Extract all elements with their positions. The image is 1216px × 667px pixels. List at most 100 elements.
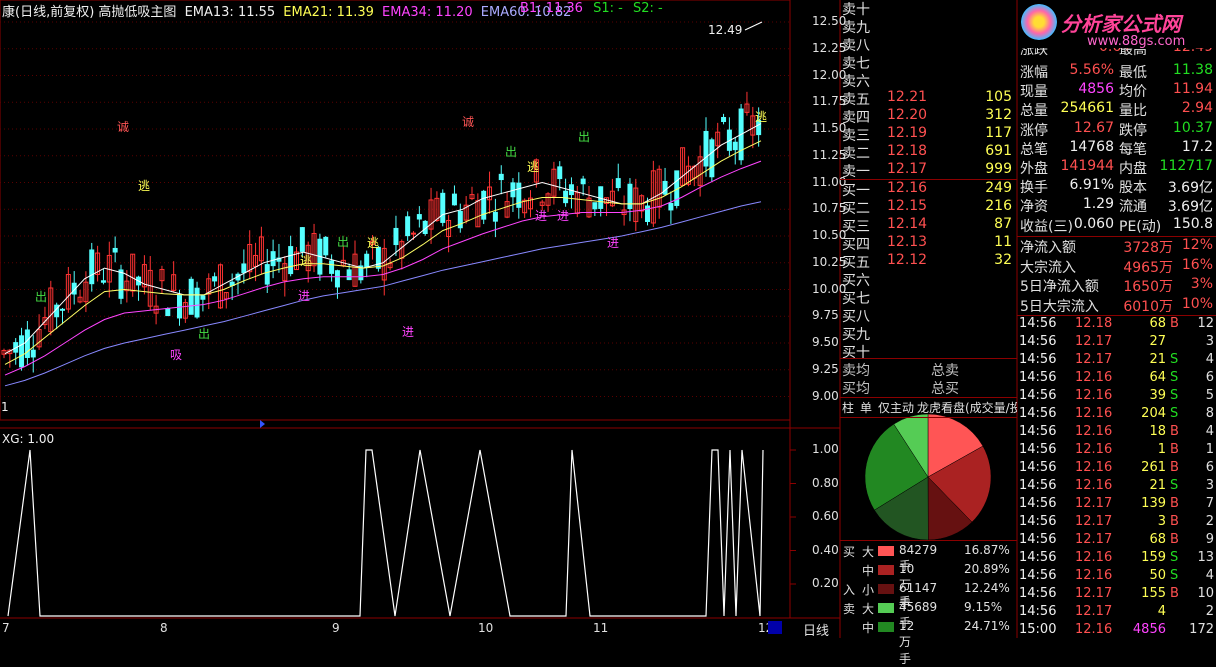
buy-level[interactable]: 买九 <box>841 324 1016 343</box>
candle-down <box>615 178 621 189</box>
buy-level[interactable]: 买八 <box>841 306 1016 325</box>
sell-level-label: 卖三 <box>842 128 870 144</box>
tick-bs: S <box>1170 352 1179 367</box>
quote-value: 1.29 <box>1082 196 1114 213</box>
quote-label-2: PE(动) <box>1119 218 1162 235</box>
candle-down <box>288 246 294 275</box>
signal-label-chu: 出 <box>578 130 591 144</box>
tick-time: 14:56 <box>1019 532 1057 547</box>
flow-value: 3728万 <box>1123 240 1173 256</box>
tick-bs: S <box>1170 478 1179 493</box>
tab-dragon-tiger[interactable]: 龙虎看盘(成交量/投 <box>917 399 1017 416</box>
quote-value-2: 12.49 <box>1173 48 1213 55</box>
buy-level-label: 买四 <box>842 237 870 253</box>
sell-level[interactable]: 卖五 12.21 105 <box>841 89 1016 108</box>
sell-level[interactable]: 卖八 <box>841 35 1016 54</box>
candles-group <box>1 21 763 373</box>
tick-bs: S <box>1170 388 1179 403</box>
xg-signal-line <box>7 449 764 617</box>
signal-label-chu-5: 出 <box>35 290 48 304</box>
sell-level[interactable]: 卖三 12.19 117 <box>841 125 1016 144</box>
signal-header: B1: 11.36 S1: - S2: - <box>520 1 663 16</box>
indicator-tick: 0.80 <box>812 475 839 490</box>
buy-level[interactable]: 买四 12.13 11 <box>841 234 1016 253</box>
tab-active-only[interactable]: 仅主动 <box>878 399 914 416</box>
ema-line-ema60 <box>4 201 762 387</box>
flow-pct: 9.15% <box>964 600 1003 614</box>
volume-pie-chart <box>864 413 992 541</box>
indicator-tick: 0.40 <box>812 542 839 557</box>
tick-price: 12.17 <box>1075 334 1113 349</box>
tick-count: 4 <box>1205 568 1214 583</box>
candle-down <box>241 263 247 274</box>
tick-bs: B <box>1170 442 1179 457</box>
quote-row: 换手 6.91% 股本 3.69亿 <box>1019 177 1215 196</box>
tick-bs: B <box>1170 424 1179 439</box>
tick-count: 172 <box>1189 622 1214 637</box>
tick-price: 12.17 <box>1075 604 1113 619</box>
signal-label-tao-2: 逃 <box>527 160 540 174</box>
scroll-marker-icon[interactable] <box>260 420 265 428</box>
flow-pct: 24.71% <box>964 619 1010 633</box>
ema-line-ema13 <box>4 123 762 355</box>
buy-level[interactable]: 买三 12.14 87 <box>841 216 1016 235</box>
signal-label-tao: 逃 <box>138 179 151 193</box>
tick-count: 4 <box>1205 424 1214 439</box>
sell-level[interactable]: 卖七 <box>841 53 1016 72</box>
quote-row: 收益(三) 0.060 PE(动) 150.8 <box>1019 216 1215 235</box>
tick-volume: 27 <box>1149 334 1166 349</box>
quote-value-2: 10.37 <box>1172 119 1213 136</box>
quote-label: 收益(三) <box>1020 218 1073 235</box>
period-button[interactable]: 日线 <box>803 620 829 639</box>
indicator-tick: 0.60 <box>812 509 839 523</box>
buy-level[interactable]: 买一 12.16 249 <box>841 180 1016 199</box>
quote-value-2: 2.94 <box>1181 100 1213 117</box>
buy-level-label: 买八 <box>842 309 870 325</box>
quote-label: 总笔 <box>1020 141 1048 158</box>
tick-volume: 155 <box>1141 586 1166 601</box>
buy-level[interactable]: 买七 <box>841 288 1016 307</box>
signal-label-cheng-2: 诚 <box>462 115 475 129</box>
sell-level[interactable]: 卖一 12.17 999 <box>841 161 1016 180</box>
tick-row: 14:56 12.16 159 S 13 <box>1019 550 1216 568</box>
quote-label-2: 量比 <box>1119 103 1147 120</box>
tick-bs: S <box>1170 568 1179 583</box>
sell-level[interactable]: 卖六 <box>841 71 1016 90</box>
signal-label-tao-5: 逃 <box>755 110 768 124</box>
tick-time: 14:56 <box>1019 514 1057 529</box>
flow-amount: 12万手 <box>899 619 915 666</box>
buy-level[interactable]: 买六 <box>841 270 1016 289</box>
sell-level-price: 12.18 <box>887 143 928 159</box>
candle-down <box>264 264 270 285</box>
quote-value-2: 150.8 <box>1172 215 1213 232</box>
tick-bs: B <box>1170 514 1179 529</box>
buy-level-volume: 32 <box>994 252 1012 268</box>
sell-level[interactable]: 卖十 <box>841 0 1016 18</box>
buy-level[interactable]: 买五 12.12 32 <box>841 252 1016 271</box>
tick-row: 14:56 12.16 64 S 6 <box>1019 370 1216 388</box>
quote-value-2: 17.2 <box>1181 138 1213 155</box>
candle-down <box>662 180 668 195</box>
sell-level[interactable]: 卖九 <box>841 17 1016 36</box>
tick-volume: 21 <box>1149 478 1166 493</box>
sell-level[interactable]: 卖四 12.20 312 <box>841 107 1016 126</box>
buy-level-price: 12.16 <box>887 180 928 196</box>
tick-volume: 4 <box>1157 604 1166 619</box>
buy-level[interactable]: 买二 12.15 216 <box>841 198 1016 217</box>
scroll-end-button[interactable] <box>768 621 782 634</box>
buy-level-price: 12.13 <box>887 234 928 250</box>
tab-bar-chart[interactable]: 柱 <box>842 399 854 416</box>
quote-label-2: 股本 <box>1119 180 1147 197</box>
candle-down <box>451 193 457 206</box>
tick-time: 14:56 <box>1019 568 1057 583</box>
tick-volume: 139 <box>1141 496 1166 511</box>
sell-level[interactable]: 卖二 12.18 691 <box>841 143 1016 162</box>
candle-down <box>440 192 446 223</box>
signal-label-jin-5: 进 <box>402 325 415 339</box>
flow-percent: 10% <box>1181 295 1213 312</box>
tab-single[interactable]: 单 <box>860 399 872 416</box>
candle-down <box>364 253 370 268</box>
signal-label-jin-3: 进 <box>607 236 620 250</box>
tick-count: 6 <box>1205 460 1214 475</box>
tick-volume: 68 <box>1149 532 1166 547</box>
